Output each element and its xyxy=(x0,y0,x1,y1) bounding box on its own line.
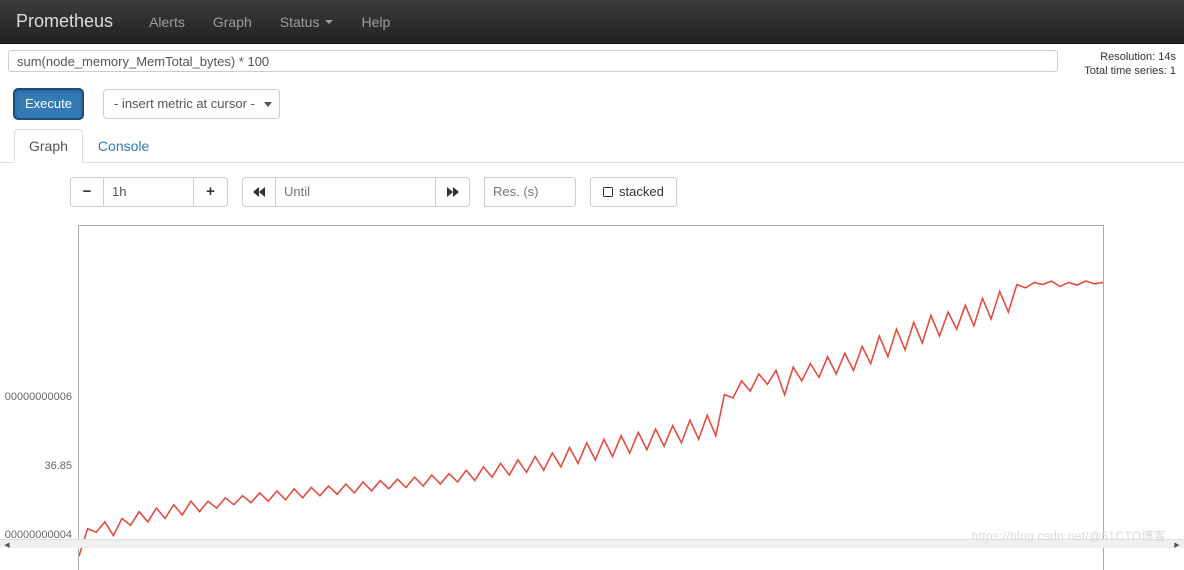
chevron-down-icon xyxy=(325,20,333,24)
navbar: Prometheus Alerts Graph Status Help xyxy=(0,0,1184,44)
y-tick-label: 00000000006 xyxy=(5,391,72,403)
until-input[interactable] xyxy=(284,184,427,199)
time-group xyxy=(242,177,470,207)
series-count-label: Total time series: 1 xyxy=(1066,64,1176,78)
query-info: Resolution: 14s Total time series: 1 xyxy=(1066,50,1176,79)
res-group xyxy=(484,177,576,207)
chart: 0000000000636.8500000000004 xyxy=(14,225,1104,570)
tab-graph[interactable]: Graph xyxy=(14,129,83,163)
tabs: Graph Console xyxy=(0,129,1184,163)
nav-graph[interactable]: Graph xyxy=(213,14,252,30)
y-tick-label: 36.85 xyxy=(44,460,72,472)
horizontal-scrollbar[interactable]: ◀ ▶ xyxy=(0,539,1184,548)
nav-alerts[interactable]: Alerts xyxy=(149,14,185,30)
metric-select[interactable]: - insert metric at cursor - xyxy=(103,89,280,119)
range-field[interactable] xyxy=(104,177,194,207)
series-line xyxy=(79,281,1103,556)
res-field[interactable] xyxy=(484,177,576,207)
query-input[interactable] xyxy=(8,50,1058,72)
y-axis: 0000000000636.8500000000004 xyxy=(14,225,76,570)
rewind-icon xyxy=(253,187,265,197)
metric-select-wrap: - insert metric at cursor - xyxy=(103,89,280,119)
resolution-label: Resolution: 14s xyxy=(1066,50,1176,64)
nav-status[interactable]: Status xyxy=(280,14,334,30)
fastforward-icon xyxy=(447,187,459,197)
until-field[interactable] xyxy=(276,177,436,207)
nav-status-label: Status xyxy=(280,14,320,30)
brand[interactable]: Prometheus xyxy=(16,11,113,32)
graph-controls: − + stacked xyxy=(70,177,1170,207)
time-forward-button[interactable] xyxy=(436,177,470,207)
range-group: − + xyxy=(70,177,228,207)
range-increase-button[interactable]: + xyxy=(194,177,228,207)
query-row: Resolution: 14s Total time series: 1 xyxy=(0,44,1184,79)
execute-button[interactable]: Execute xyxy=(14,89,83,119)
res-input[interactable] xyxy=(493,184,567,199)
range-input[interactable] xyxy=(112,184,185,199)
plot-area[interactable] xyxy=(78,225,1104,570)
graph-panel: − + stacked 00000000 xyxy=(0,163,1184,570)
tab-console[interactable]: Console xyxy=(83,129,164,163)
execute-row: Execute - insert metric at cursor - xyxy=(0,79,1184,127)
range-decrease-button[interactable]: − xyxy=(70,177,104,207)
time-back-button[interactable] xyxy=(242,177,276,207)
nav-help[interactable]: Help xyxy=(361,14,390,30)
plot-svg xyxy=(79,226,1103,570)
stacked-toggle[interactable]: stacked xyxy=(590,177,677,207)
stacked-label: stacked xyxy=(619,184,664,199)
square-icon xyxy=(603,187,613,197)
